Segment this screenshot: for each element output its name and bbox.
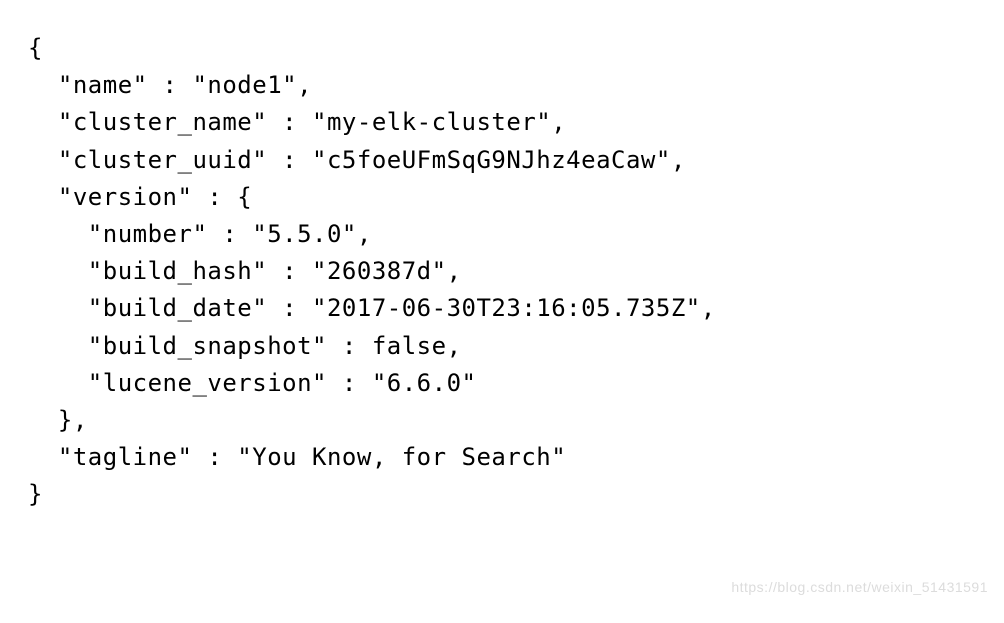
- json-line: "cluster_name" : "my-elk-cluster",: [28, 108, 566, 136]
- json-line: "version" : {: [28, 183, 252, 211]
- json-line: "tagline" : "You Know, for Search": [28, 443, 566, 471]
- json-line: "name" : "node1",: [28, 71, 312, 99]
- json-line: }: [28, 480, 43, 508]
- json-line: "build_snapshot" : false,: [28, 332, 462, 360]
- watermark-text: https://blog.csdn.net/weixin_51431591: [731, 579, 988, 595]
- json-line: "lucene_version" : "6.6.0": [28, 369, 476, 397]
- json-line: "build_hash" : "260387d",: [28, 257, 462, 285]
- json-line: {: [28, 34, 43, 62]
- json-line: "build_date" : "2017-06-30T23:16:05.735Z…: [28, 294, 716, 322]
- json-line: "number" : "5.5.0",: [28, 220, 372, 248]
- json-output: { "name" : "node1", "cluster_name" : "my…: [0, 0, 1004, 543]
- json-line: "cluster_uuid" : "c5foeUFmSqG9NJhz4eaCaw…: [28, 146, 686, 174]
- json-line: },: [28, 406, 88, 434]
